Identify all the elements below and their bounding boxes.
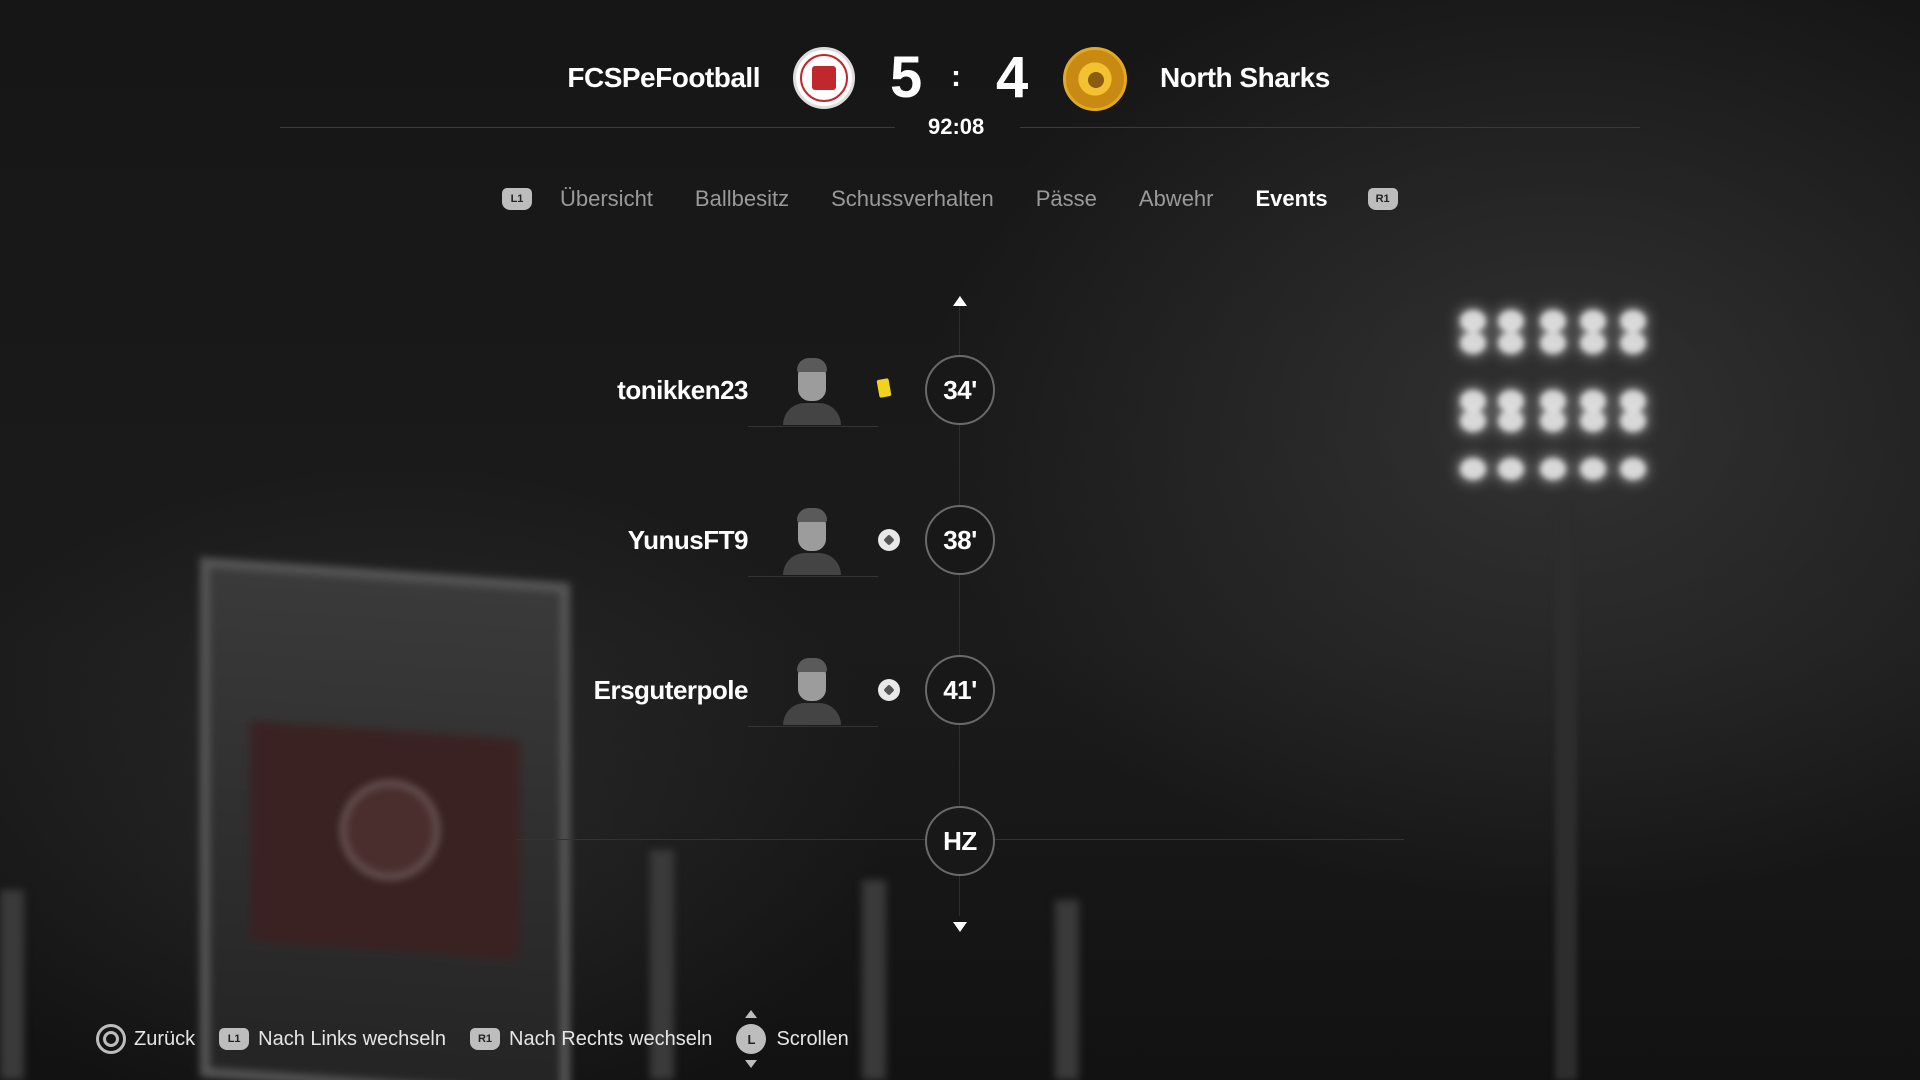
switch-right-label: Nach Rechts wechseln <box>509 1027 713 1050</box>
tab-defense[interactable]: Abwehr <box>1139 186 1214 212</box>
event-minute: 34' <box>925 355 995 425</box>
goal-ball-icon <box>878 679 900 701</box>
event-underline <box>748 426 878 427</box>
back-label: Zurück <box>134 1027 196 1050</box>
button-hints-bar: Zurück L1 Nach Links wechseln R1 Nach Re… <box>96 1010 873 1068</box>
header-divider-left <box>280 127 895 128</box>
player-avatar-icon <box>783 655 841 725</box>
switch-right-hint[interactable]: R1 Nach Rechts wechseln <box>470 1028 712 1051</box>
event-row[interactable]: tonikken23 34' <box>0 355 1920 427</box>
scroll-up-arrow-icon[interactable] <box>953 296 967 306</box>
home-score: 5 <box>890 45 923 110</box>
yellow-card-icon <box>876 378 892 398</box>
l1-button-icon[interactable]: L1 <box>502 188 532 210</box>
goal-ball-icon <box>878 529 900 551</box>
stick-label: L <box>747 1031 756 1047</box>
tab-possession[interactable]: Ballbesitz <box>695 186 789 212</box>
header-divider-right <box>1020 127 1640 128</box>
home-team-name: FCSPeFootball <box>567 62 760 93</box>
tab-events[interactable]: Events <box>1255 186 1327 212</box>
floodlight-pole <box>1555 500 1577 1080</box>
switch-left-hint[interactable]: L1 Nach Links wechseln <box>219 1028 446 1051</box>
home-team-crest-icon <box>793 47 855 109</box>
l1-button-icon: L1 <box>219 1028 250 1050</box>
r1-button-icon: R1 <box>470 1028 500 1050</box>
away-team-crest-icon <box>1063 47 1127 111</box>
left-stick-icon: L <box>736 1010 767 1068</box>
tab-shooting[interactable]: Schussverhalten <box>831 186 994 212</box>
event-player-name: Ersguterpole <box>593 675 749 705</box>
circle-button-icon <box>96 1024 126 1054</box>
player-avatar-icon <box>783 355 841 425</box>
event-minute: 38' <box>925 505 995 575</box>
event-underline <box>748 726 878 727</box>
player-avatar-icon <box>783 505 841 575</box>
away-score: 4 <box>996 45 1029 110</box>
scroll-down-arrow-icon[interactable] <box>953 922 967 932</box>
tab-overview[interactable]: Übersicht <box>560 186 653 212</box>
halftime-row: HZ <box>0 806 1920 876</box>
switch-left-label: Nach Links wechseln <box>258 1027 446 1050</box>
event-minute: 41' <box>925 655 995 725</box>
tab-passes[interactable]: Pässe <box>1036 186 1097 212</box>
r1-button-icon[interactable]: R1 <box>1367 188 1398 210</box>
event-row[interactable]: YunusFT9 38' <box>0 505 1920 577</box>
event-player-name: YunusFT9 <box>627 525 749 555</box>
stats-tab-bar: L1 Übersicht Ballbesitz Schussverhalten … <box>502 186 1398 212</box>
scroll-hint[interactable]: L Scrollen <box>736 1010 849 1068</box>
scroll-label: Scrollen <box>776 1027 849 1050</box>
score-separator: : <box>951 60 961 93</box>
away-team-name: North Sharks <box>1160 62 1330 93</box>
event-player-name: tonikken23 <box>617 375 748 405</box>
event-row[interactable]: Ersguterpole 41' <box>0 655 1920 727</box>
match-clock: 92:08 <box>928 114 985 139</box>
back-hint[interactable]: Zurück <box>96 1024 195 1054</box>
halftime-marker: HZ <box>925 806 995 876</box>
event-underline <box>748 576 878 577</box>
